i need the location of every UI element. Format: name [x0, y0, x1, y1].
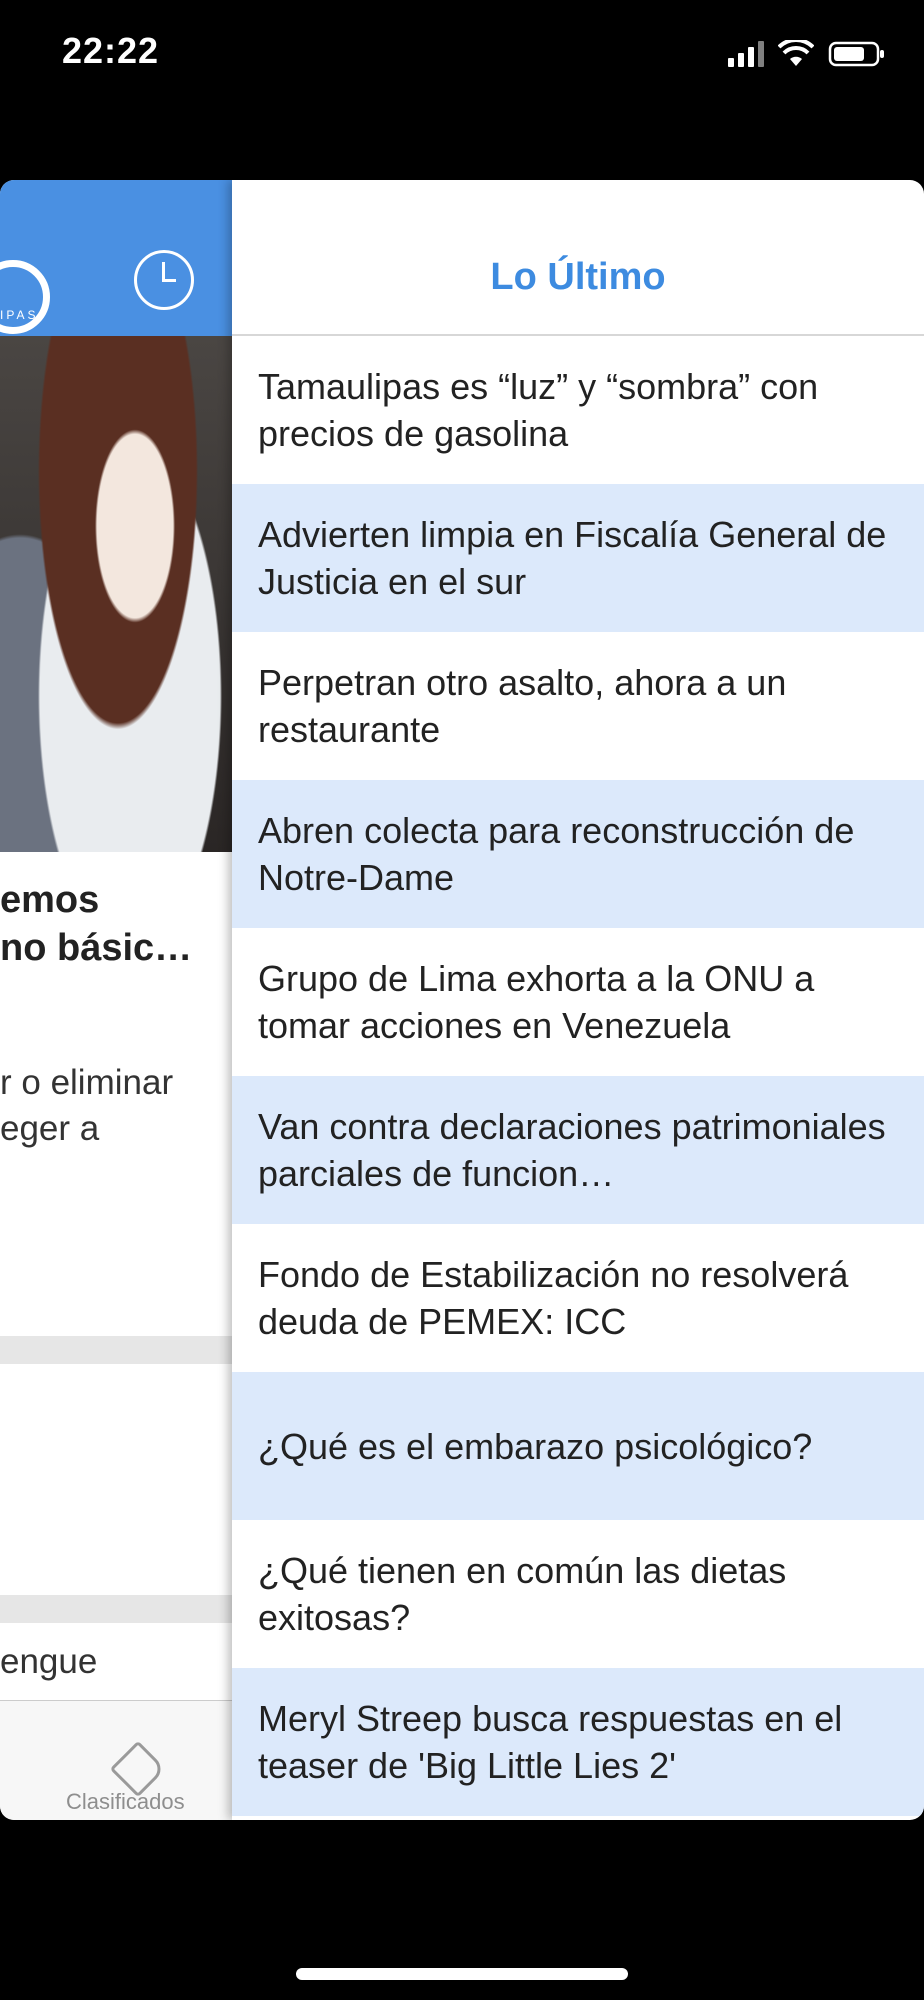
- news-item[interactable]: ¿Qué es el embarazo psicológico?: [232, 1372, 924, 1520]
- news-item[interactable]: Meryl Streep busca respuestas en el teas…: [232, 1668, 924, 1816]
- tab-clasificados[interactable]: Clasificados: [66, 1789, 185, 1815]
- summary-line: eger a: [0, 1109, 100, 1148]
- news-item[interactable]: Fondo de Estabilización no resolverá deu…: [232, 1224, 924, 1372]
- status-bar: 22:22: [0, 0, 924, 120]
- news-item-title: Meryl Streep busca respuestas en el teas…: [258, 1698, 843, 1786]
- wifi-icon: [778, 40, 814, 66]
- headline-line: no básic…: [0, 927, 193, 969]
- news-item[interactable]: Advierten limpia en Fiscalía General de …: [232, 484, 924, 632]
- news-item[interactable]: ¿Qué tienen en común las dietas exitosas…: [232, 1520, 924, 1668]
- news-item[interactable]: Grupo de Lima exhorta a la ONU a tomar a…: [232, 928, 924, 1076]
- article-photo[interactable]: [0, 336, 232, 852]
- news-item-title: Abren colecta para reconstrucción de Not…: [258, 810, 855, 898]
- status-time: 22:22: [62, 30, 160, 71]
- section-divider: [0, 1336, 232, 1364]
- background-app-page[interactable]: IPAS emos no básic… r o eliminar eger a …: [0, 180, 232, 1820]
- news-item[interactable]: Abren colecta para reconstrucción de Not…: [232, 780, 924, 928]
- app-logo: [0, 260, 50, 334]
- news-item-title: ¿Qué tienen en común las dietas exitosas…: [258, 1550, 787, 1638]
- article-headline[interactable]: emos no básic…: [0, 876, 232, 972]
- tab-bar: Clasificados: [0, 1700, 232, 1820]
- battery-icon: [828, 41, 884, 67]
- article-partial-text[interactable]: engue: [0, 1642, 97, 1682]
- article-summary: r o eliminar eger a: [0, 1060, 173, 1152]
- news-item[interactable]: Tamaulipas es “luz” y “sombra” con preci…: [232, 336, 924, 484]
- news-item-title: Tamaulipas es “luz” y “sombra” con preci…: [258, 366, 819, 454]
- news-list: Tamaulipas es “luz” y “sombra” con preci…: [232, 336, 924, 1816]
- news-item[interactable]: Van contra declaraciones patrimoniales p…: [232, 1076, 924, 1224]
- news-item-title: Grupo de Lima exhorta a la ONU a tomar a…: [258, 958, 815, 1046]
- cellular-signal-icon: [728, 41, 764, 67]
- latest-news-drawer: Lo Último Tamaulipas es “luz” y “sombra”…: [232, 180, 924, 1820]
- clock-icon[interactable]: [134, 250, 194, 310]
- headline-line: emos: [0, 879, 100, 921]
- drawer-header: Lo Último: [232, 180, 924, 336]
- app-header: IPAS: [0, 180, 232, 336]
- summary-line: r o eliminar: [0, 1063, 174, 1102]
- news-item[interactable]: Perpetran otro asalto, ahora a un restau…: [232, 632, 924, 780]
- news-item-title: ¿Qué es el embarazo psicológico?: [258, 1425, 813, 1467]
- news-item-title: Van contra declaraciones patrimoniales p…: [258, 1106, 886, 1194]
- status-icons: [728, 40, 886, 68]
- news-item-title: Advierten limpia en Fiscalía General de …: [258, 514, 887, 602]
- drawer-title: Lo Último: [490, 255, 666, 298]
- news-item-title: Fondo de Estabilización no resolverá deu…: [258, 1254, 849, 1342]
- home-indicator[interactable]: [296, 1968, 628, 1980]
- news-item-title: Perpetran otro asalto, ahora a un restau…: [258, 662, 787, 750]
- app-logo-subtitle: IPAS: [0, 308, 39, 322]
- section-divider: [0, 1595, 232, 1623]
